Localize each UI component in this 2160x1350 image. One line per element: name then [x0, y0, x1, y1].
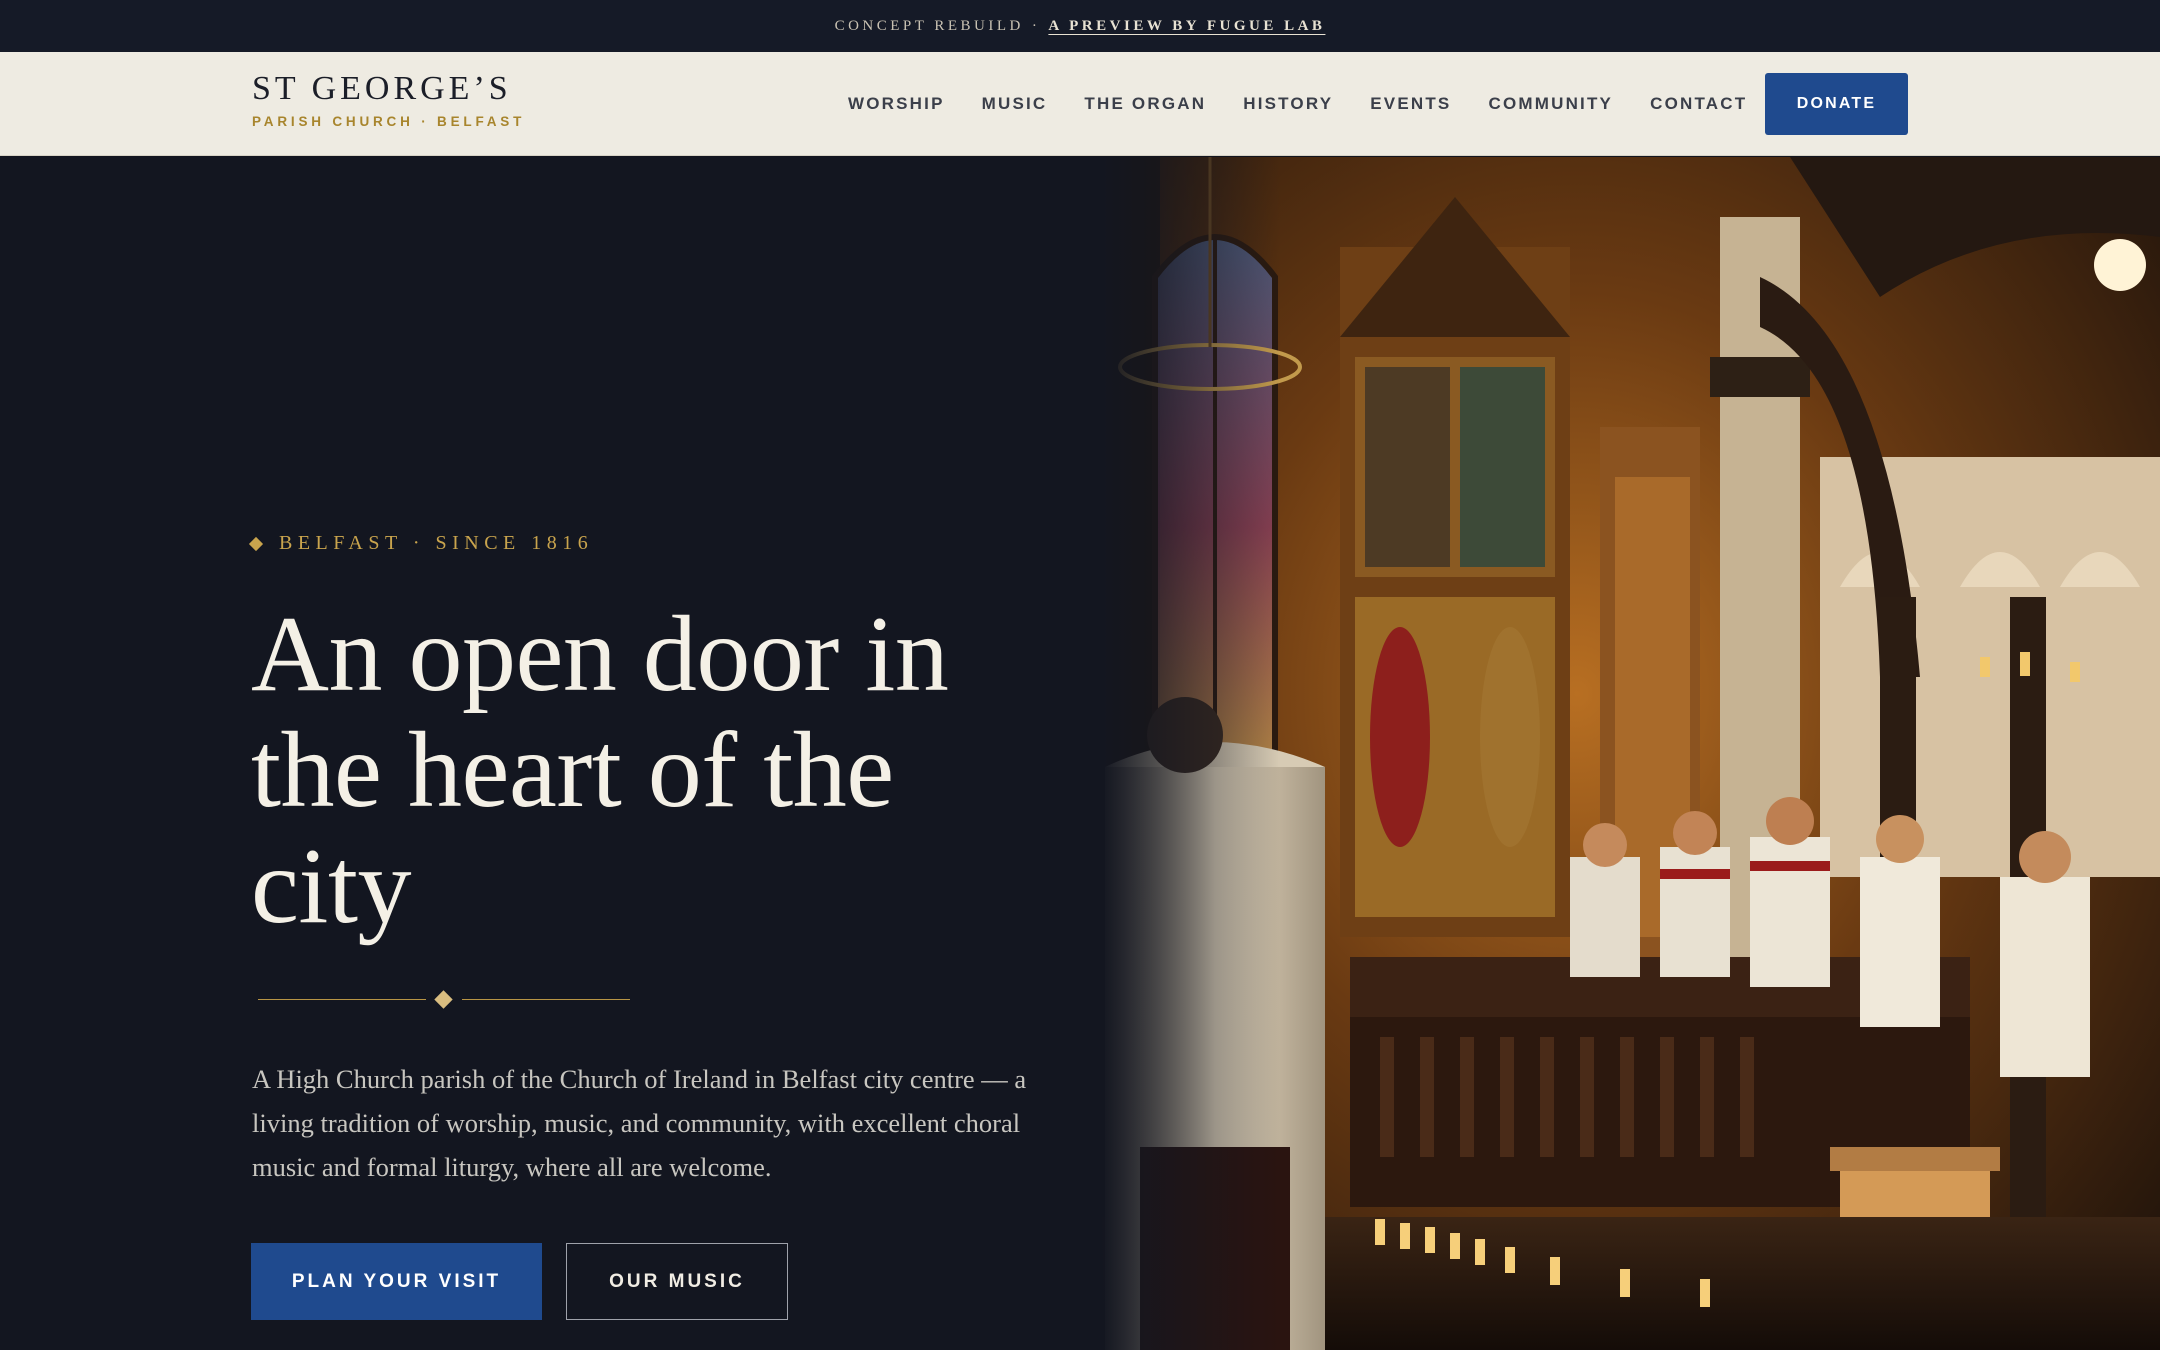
brand-subtitle: PARISH CHURCH · BELFAST	[252, 114, 526, 129]
plan-your-visit-button[interactable]: PLAN YOUR VISIT	[251, 1243, 542, 1320]
divider-line-right	[462, 999, 630, 1000]
nav-item-the-organ[interactable]: THE ORGAN	[1084, 94, 1206, 114]
hero-eyebrow: BELFAST · SINCE 1816	[248, 532, 594, 555]
photo-fade-overlay	[1100, 157, 1280, 1350]
diamond-ornament-icon	[434, 990, 453, 1009]
nav-item-contact[interactable]: CONTACT	[1650, 94, 1747, 114]
nav-item-community[interactable]: COMMUNITY	[1488, 94, 1613, 114]
donate-button[interactable]: DONATE	[1765, 73, 1908, 135]
nav-item-events[interactable]: EVENTS	[1370, 94, 1451, 114]
hero-description: A High Church parish of the Church of Ir…	[252, 1064, 1027, 1182]
hero-section: BELFAST · SINCE 1816 An open door in the…	[0, 157, 2160, 1350]
eyebrow-text: BELFAST · SINCE 1816	[279, 532, 594, 554]
divider-line-left	[258, 999, 426, 1000]
diamond-icon	[248, 536, 264, 551]
choir-interior-photo	[1100, 157, 2160, 1350]
nav-item-worship[interactable]: WORSHIP	[848, 94, 945, 114]
nav-item-music[interactable]: MUSIC	[982, 94, 1048, 114]
brand-logo[interactable]: ST GEORGE’S PARISH CHURCH · BELFAST	[252, 70, 526, 130]
concept-label: CONCEPT REBUILD	[834, 17, 1024, 34]
banner-separator: ·	[1031, 17, 1041, 34]
concept-banner: CONCEPT REBUILD · A PREVIEW BY FUGUE LAB	[0, 0, 2160, 52]
ornamental-divider	[258, 990, 630, 1009]
hero-headline: An open door in the heart of the city	[251, 595, 949, 946]
our-music-button[interactable]: OUR MUSIC	[566, 1243, 788, 1320]
preview-link[interactable]: A PREVIEW BY FUGUE LAB	[1048, 18, 1325, 35]
nav-item-history[interactable]: HISTORY	[1243, 94, 1333, 114]
site-header: ST GEORGE’S PARISH CHURCH · BELFAST WORS…	[0, 52, 2160, 156]
main-nav: WORSHIP MUSIC THE ORGAN HISTORY EVENTS C…	[848, 52, 1747, 156]
brand-name: ST GEORGE’S	[252, 70, 512, 107]
